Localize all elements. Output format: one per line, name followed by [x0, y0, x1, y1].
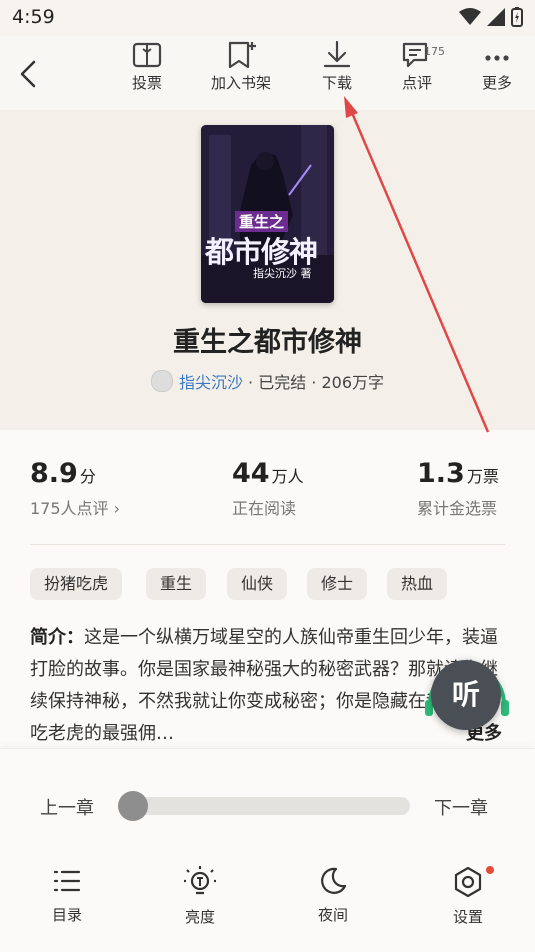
more-dots-icon [485, 55, 509, 61]
synopsis-label: 简介： [30, 627, 84, 648]
back-button[interactable] [14, 56, 44, 92]
book-status-words: · 已完结 · 206万字 [242, 373, 385, 392]
readers-value: 44 [232, 458, 270, 489]
settings-hexagon-icon [454, 866, 482, 898]
settings-button[interactable]: 设置 [433, 866, 503, 927]
rating-stat[interactable]: 8.9 分 175人点评 › [30, 458, 120, 519]
more-button[interactable]: 更多 [462, 40, 532, 93]
next-chapter-button[interactable]: 下一章 [434, 794, 488, 820]
rating-value: 8.9 [30, 458, 78, 489]
author-avatar [150, 370, 173, 392]
notification-dot [486, 866, 494, 874]
rating-count-link[interactable]: 175人点评 › [30, 495, 120, 519]
tag-chip[interactable]: 修士 [307, 568, 368, 600]
author-link[interactable]: 指尖沉沙 [179, 373, 243, 392]
toc-button[interactable]: 目录 [32, 866, 102, 925]
download-icon [323, 40, 351, 68]
votes-value: 1.3 [417, 458, 465, 489]
book-cover[interactable]: 重生之 都市修神 指尖沉沙 著 [201, 125, 334, 303]
toc-label: 目录 [51, 906, 82, 924]
lightbulb-icon [184, 866, 216, 895]
vote-book-icon [132, 42, 162, 68]
status-bar [0, 0, 535, 36]
votes-unit: 万票 [466, 467, 499, 486]
book-title: 重生之都市修神 [173, 327, 362, 358]
list-icon [53, 870, 81, 892]
readers-unit: 万人 [271, 467, 304, 486]
status-time: 4:59 [12, 6, 55, 28]
slider-thumb[interactable] [118, 791, 148, 821]
battery-icon [511, 7, 523, 27]
divider [30, 544, 505, 545]
chevron-left-icon [20, 60, 36, 88]
vote-button[interactable]: 投票 [112, 40, 182, 93]
readers-stat: 44 万人 正在阅读 [232, 458, 304, 519]
moon-icon [321, 867, 347, 894]
wifi-icon [459, 8, 481, 25]
download-label: 下载 [321, 74, 352, 92]
readers-label: 正在阅读 [232, 499, 297, 518]
comments-label: 点评 [401, 74, 432, 92]
book-meta: 指尖沉沙 · 已完结 · 206万字 [0, 369, 535, 393]
download-button[interactable]: 下载 [302, 40, 372, 93]
votes-label: 累计金选票 [417, 499, 498, 518]
votes-stat: 1.3 万票 累计金选票 [417, 458, 499, 519]
settings-label: 设置 [452, 908, 483, 926]
night-mode-button[interactable]: 夜间 [298, 866, 368, 925]
tag-chip[interactable]: 热血 [387, 568, 448, 600]
night-mode-label: 夜间 [317, 906, 348, 924]
signal-icon [487, 8, 505, 26]
cover-author: 指尖沉沙 著 [253, 267, 312, 280]
add-to-shelf-label: 加入书架 [210, 74, 271, 92]
comments-count-badge: 175 [424, 45, 445, 58]
prev-chapter-button[interactable]: 上一章 [40, 794, 94, 820]
add-to-shelf-button[interactable]: 加入书架 [206, 40, 276, 93]
tag-chip[interactable]: 扮猪吃虎 [30, 568, 123, 600]
vote-label: 投票 [131, 74, 162, 92]
brightness-button[interactable]: 亮度 [165, 866, 235, 927]
tag-chip[interactable]: 仙侠 [227, 568, 288, 600]
status-icons [459, 7, 523, 27]
listen-audio-button[interactable]: 听 [431, 660, 501, 730]
tag-chip[interactable]: 重生 [146, 568, 207, 600]
brightness-label: 亮度 [184, 908, 215, 926]
more-label: 更多 [481, 74, 512, 92]
bookmark-add-icon [228, 41, 256, 69]
rating-unit: 分 [79, 467, 96, 486]
chapter-progress-slider[interactable] [120, 797, 410, 815]
